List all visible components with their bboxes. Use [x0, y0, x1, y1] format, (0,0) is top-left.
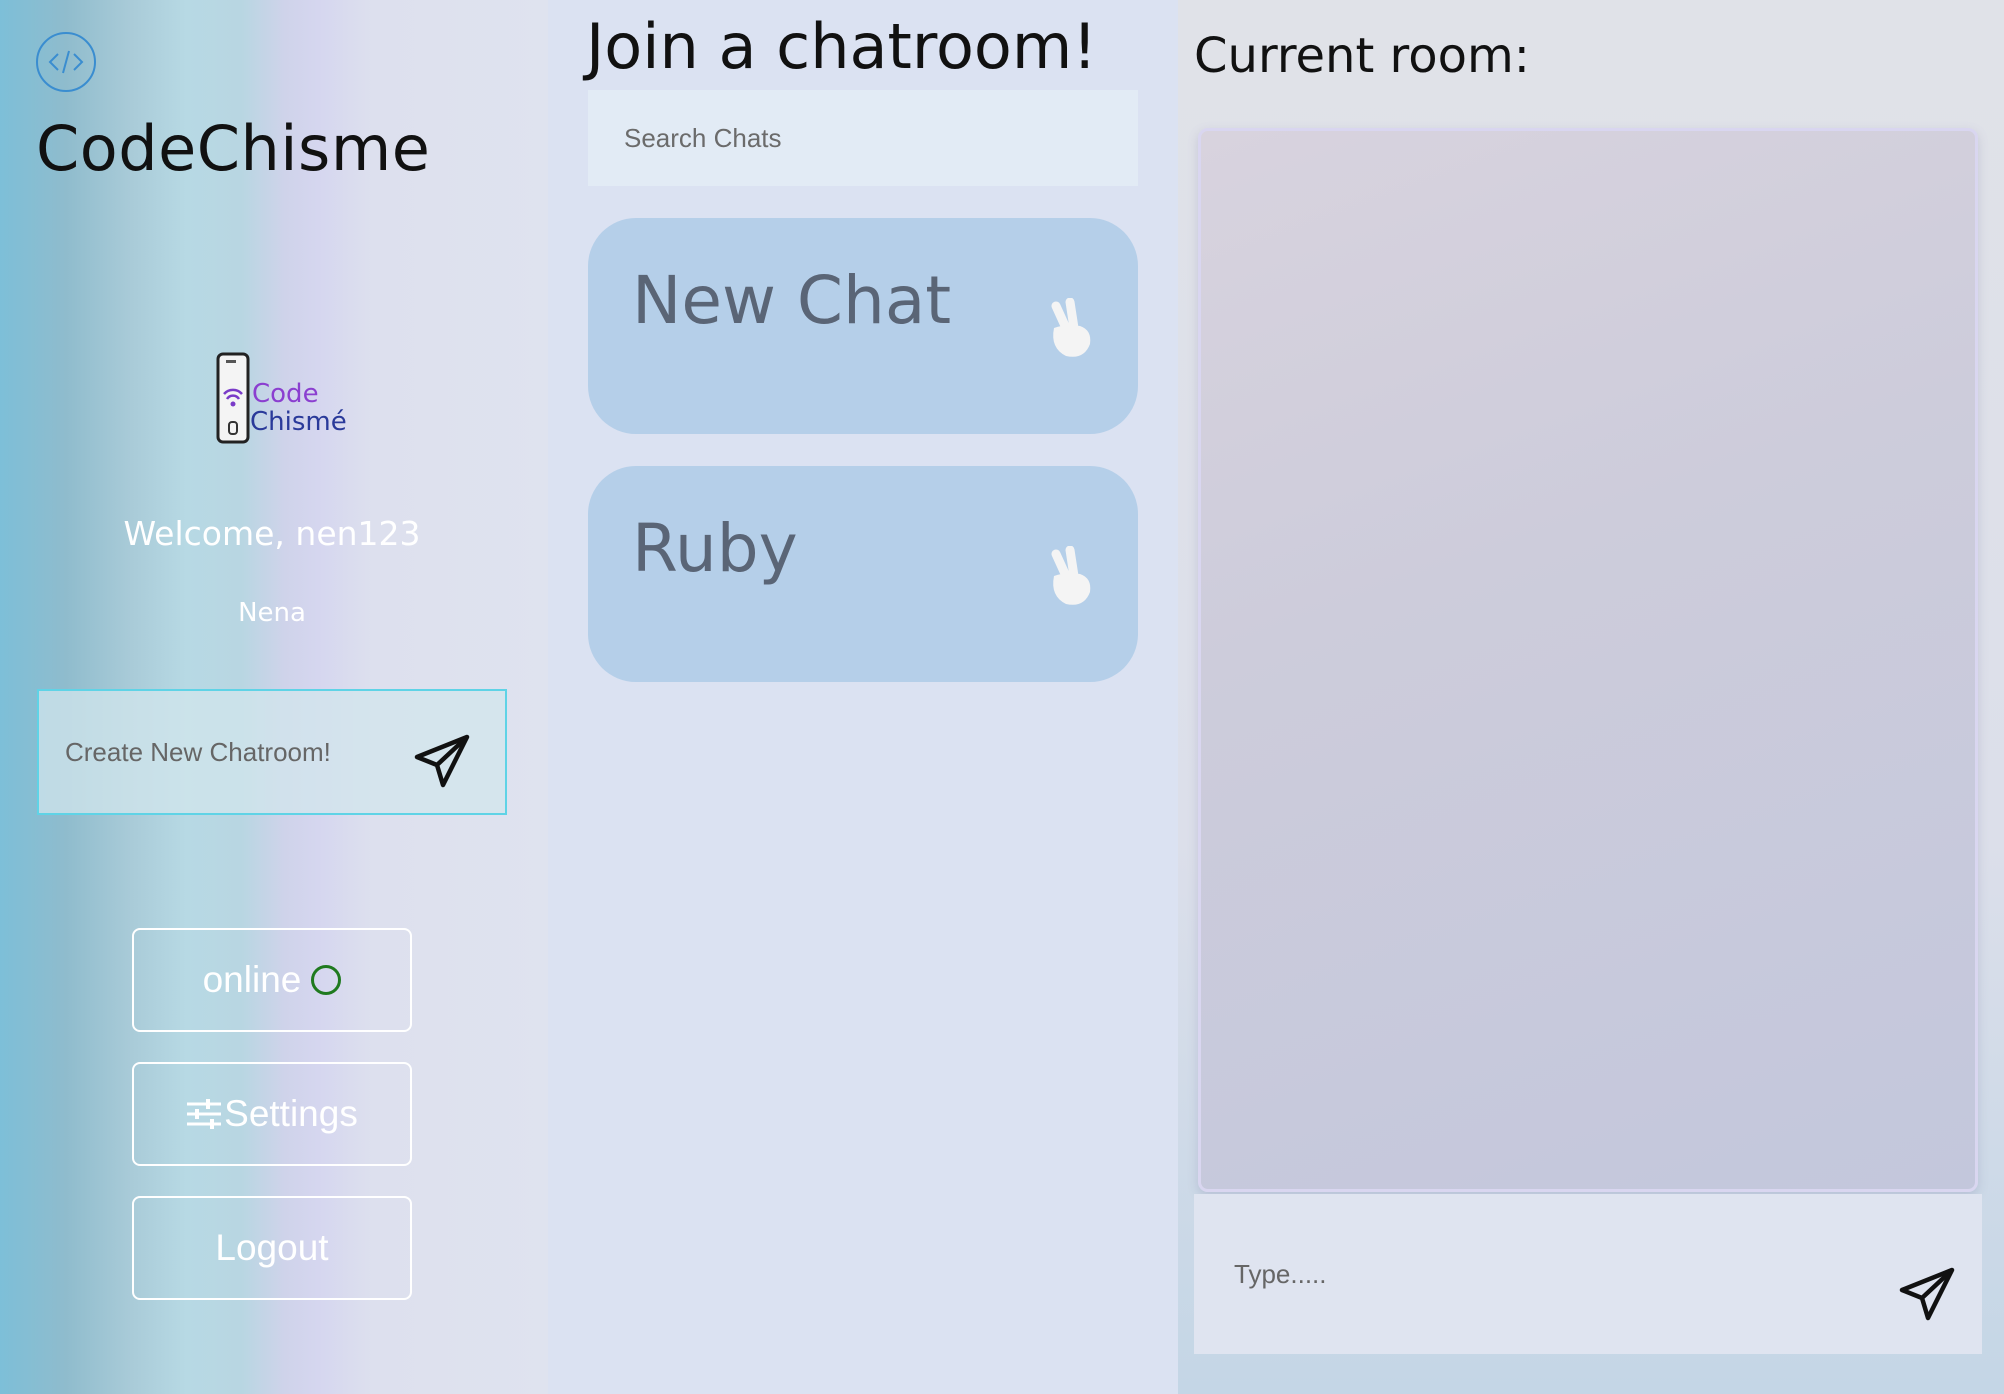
online-status-button[interactable]: online [132, 928, 412, 1032]
logout-button[interactable]: Logout [132, 1196, 412, 1300]
sliders-icon [186, 1098, 222, 1130]
avatar-brand-line1: Code [252, 379, 319, 409]
peace-hand-icon [1042, 297, 1102, 362]
chatroom-name: New Chat [632, 262, 952, 339]
chatroom-card[interactable]: New Chat [588, 218, 1138, 434]
settings-label: Settings [224, 1093, 358, 1134]
welcome-text: Welcome, nen123 [123, 514, 421, 553]
join-chatroom-title: Join a chatroom! [586, 10, 1098, 83]
chatroom-name: Ruby [632, 510, 798, 587]
paper-plane-icon[interactable] [413, 733, 471, 791]
create-chatroom-input[interactable] [63, 735, 407, 769]
message-input[interactable] [1232, 1257, 1836, 1291]
avatar-brand-line2: Chismé [250, 407, 347, 437]
online-status-label: online [202, 959, 302, 1000]
brand-title: CodeChisme [36, 112, 431, 185]
chatroom-list-panel: Join a chatroom! New Chat Ruby [548, 0, 1178, 1394]
search-chats-field [588, 90, 1138, 186]
message-area[interactable] [1198, 128, 1978, 1192]
sidebar: CodeChisme Code Chismé Welcome, nen123 N… [0, 0, 548, 1394]
chatroom-card[interactable]: Ruby [588, 466, 1138, 682]
code-brackets-icon[interactable] [36, 32, 96, 92]
paper-plane-icon[interactable] [1898, 1266, 1956, 1324]
settings-button[interactable]: Settings [132, 1062, 412, 1166]
avatar: Code Chismé [172, 318, 372, 478]
app-root: CodeChisme Code Chismé Welcome, nen123 N… [0, 0, 2004, 1394]
search-input[interactable] [622, 121, 1106, 155]
current-room-panel: Current room: [1178, 0, 2004, 1394]
logout-label: Logout [215, 1227, 329, 1268]
current-room-title: Current room: [1194, 28, 1530, 84]
message-compose-field [1194, 1194, 1982, 1354]
status-circle-icon [311, 965, 342, 995]
peace-hand-icon [1042, 545, 1102, 610]
create-chatroom-field [37, 689, 507, 815]
display-name: Nena [238, 598, 306, 628]
